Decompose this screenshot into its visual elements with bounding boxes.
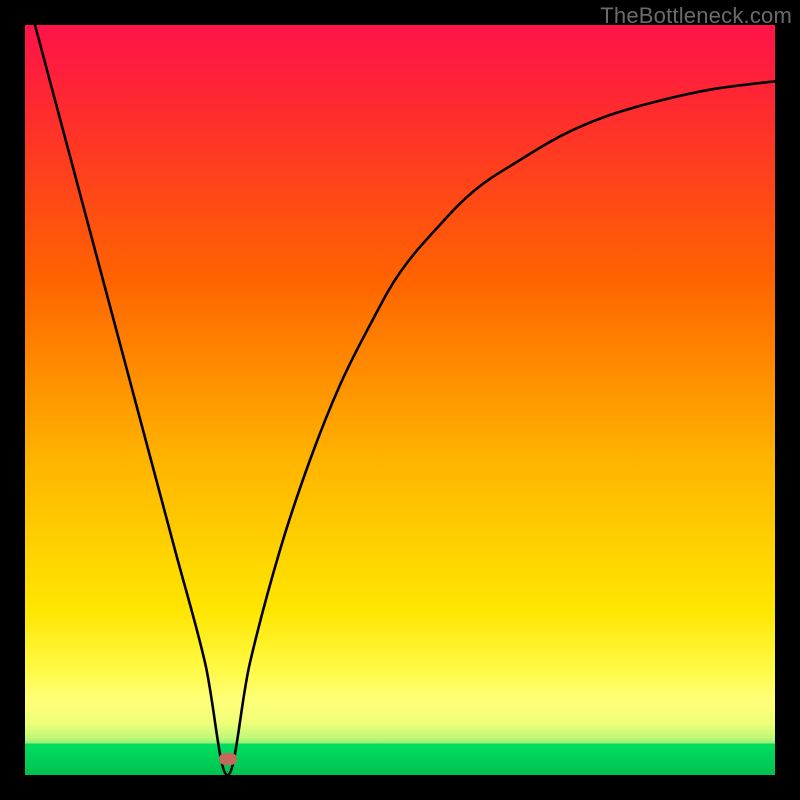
plot-area — [25, 25, 775, 775]
chart-stage: TheBottleneck.com — [0, 0, 800, 800]
watermark-text: TheBottleneck.com — [600, 3, 792, 29]
bottleneck-curve — [25, 25, 775, 775]
optimal-point-marker — [219, 753, 237, 765]
curve-path — [25, 25, 775, 775]
